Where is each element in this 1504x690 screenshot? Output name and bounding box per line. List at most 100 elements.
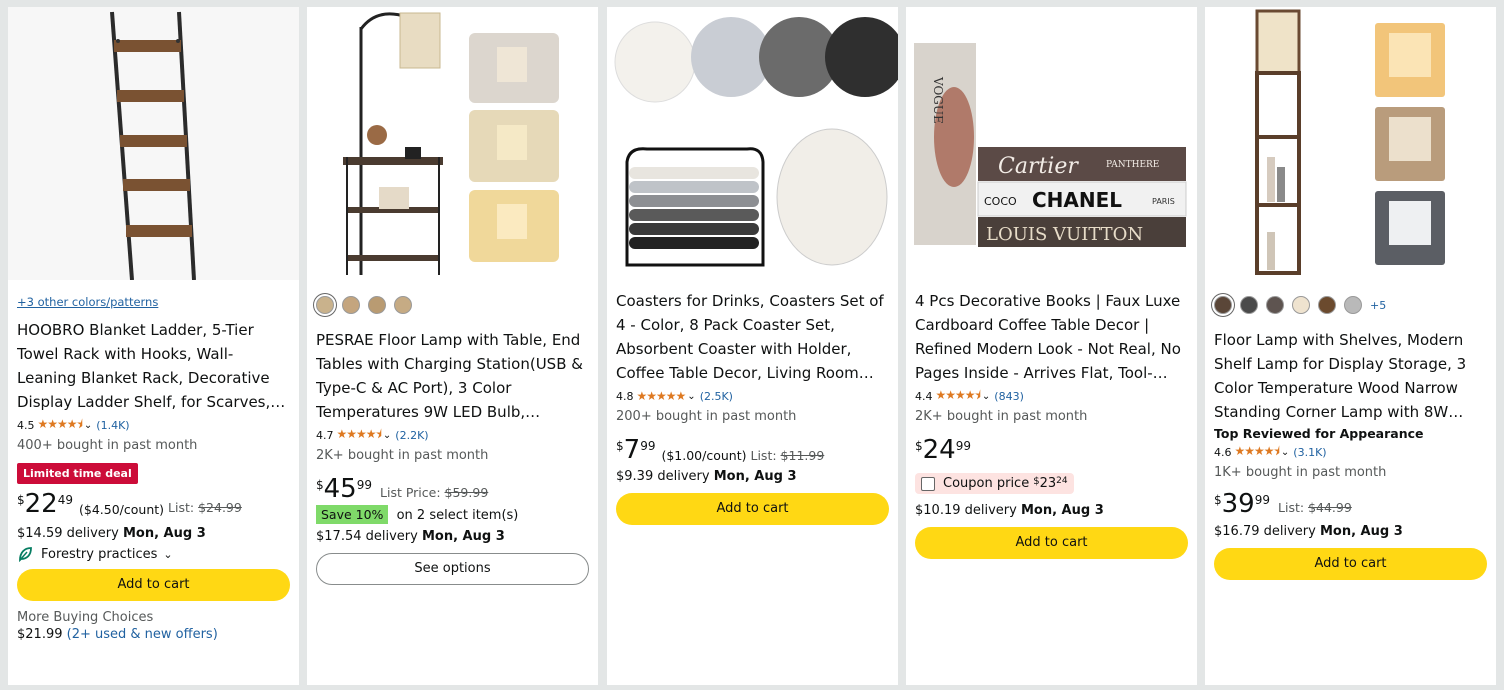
add-to-cart-button[interactable]: Add to cart xyxy=(616,493,889,525)
list-price: $59.99 xyxy=(444,485,489,500)
review-count[interactable]: (843) xyxy=(994,390,1024,403)
product-image[interactable] xyxy=(8,7,299,280)
color-swatch[interactable] xyxy=(1344,296,1362,314)
price-whole: 22 xyxy=(24,489,58,519)
unit-price: ($4.50/count) xyxy=(79,502,165,517)
add-to-cart-button[interactable]: Add to cart xyxy=(1214,548,1487,580)
review-count[interactable]: (2.2K) xyxy=(395,429,428,442)
rating-row[interactable]: 4.4 ★★★★⯨ ⌄ (843) xyxy=(915,387,1188,405)
price[interactable]: $ 45 99 List Price: $59.99 xyxy=(316,475,589,503)
more-colors-link[interactable]: +5 xyxy=(1370,299,1386,312)
color-swatch[interactable] xyxy=(316,296,334,314)
color-swatch[interactable] xyxy=(394,296,412,314)
bought-count: 2K+ bought in past month xyxy=(915,409,1088,424)
chevron-down-icon[interactable]: ⌄ xyxy=(84,420,92,431)
product-title[interactable]: PESRAE Floor Lamp with Table, End Tables… xyxy=(316,328,589,424)
color-swatches: +5 xyxy=(1214,292,1487,318)
chevron-down-icon[interactable]: ⌄ xyxy=(687,391,695,402)
forestry-label: Forestry practices xyxy=(41,546,158,562)
price-symbol: $ xyxy=(316,478,324,492)
price-symbol: $ xyxy=(616,439,624,453)
book-label: VOGUE xyxy=(931,76,945,124)
leaf-icon xyxy=(19,547,32,562)
rating-value: 4.8 xyxy=(616,389,634,403)
product-card: +5 Floor Lamp with Shelves, Modern Shelf… xyxy=(1205,7,1496,685)
color-swatch[interactable] xyxy=(1240,296,1258,314)
book-label: Cartier xyxy=(998,154,1079,179)
floor-lamp-table-image xyxy=(307,7,598,280)
rating-row[interactable]: 4.5 ★★★★⯨ ⌄ (1.4K) xyxy=(17,416,290,434)
floor-lamp-shelves-image xyxy=(1205,7,1496,280)
list-label: List: xyxy=(168,500,195,515)
product-card: PESRAE Floor Lamp with Table, End Tables… xyxy=(307,7,598,685)
color-swatch[interactable] xyxy=(342,296,360,314)
delivery-fee: $9.39 delivery xyxy=(616,469,710,484)
price-fraction: 99 xyxy=(955,439,972,453)
other-colors-link[interactable]: +3 other colors/patterns xyxy=(17,295,290,309)
coupon-row[interactable]: Coupon price $ 23 24 xyxy=(915,473,1074,494)
chevron-down-icon[interactable]: ⌄ xyxy=(383,430,391,441)
book-label: PARIS xyxy=(1152,197,1175,206)
price-fraction: 99 xyxy=(356,478,373,492)
star-rating-icon: ★★★★⯨ xyxy=(336,426,382,441)
product-image[interactable]: VOGUE Cartier PANTHERE COCO CHANEL PARIS… xyxy=(906,7,1197,280)
offers-link[interactable]: (2+ used & new offers) xyxy=(67,627,218,642)
delivery-info: $9.39 delivery Mon, Aug 3 xyxy=(616,469,889,484)
price[interactable]: $ 39 99 List: $44.99 xyxy=(1214,490,1487,518)
book-label: CHANEL xyxy=(1032,188,1122,212)
delivery-date: Mon, Aug 3 xyxy=(1319,524,1403,539)
product-image[interactable] xyxy=(1205,7,1496,280)
unit-price: ($1.00/count) xyxy=(661,448,747,463)
price-whole: 7 xyxy=(623,435,641,465)
price-fraction: 99 xyxy=(1254,493,1271,507)
book-label: COCO xyxy=(984,195,1017,208)
list-price: $24.99 xyxy=(198,500,242,515)
product-title[interactable]: 4 Pcs Decorative Books | Faux Luxe Cardb… xyxy=(915,289,1188,385)
color-swatch[interactable] xyxy=(1292,296,1310,314)
price-whole: 45 xyxy=(323,474,357,504)
price[interactable]: $ 22 49 ($4.50/count) List: $24.99 xyxy=(17,490,290,518)
blanket-ladder-image xyxy=(8,7,299,280)
offer-price: $21.99 xyxy=(17,627,63,642)
delivery-fee: $14.59 delivery xyxy=(17,526,119,541)
star-rating-icon: ★★★★⯨ xyxy=(935,387,981,402)
rating-row[interactable]: 4.6 ★★★★⯨ ⌄ (3.1K) xyxy=(1214,443,1487,461)
product-title[interactable]: Floor Lamp with Shelves, Modern Shelf La… xyxy=(1214,328,1487,424)
color-swatch[interactable] xyxy=(1266,296,1284,314)
product-image[interactable] xyxy=(307,7,598,280)
delivery-info: $14.59 delivery Mon, Aug 3 xyxy=(17,526,290,541)
top-reviewed-badge: Top Reviewed for Appearance xyxy=(1214,426,1424,441)
coupon-label: Coupon price xyxy=(943,476,1030,491)
delivery-fee: $16.79 delivery xyxy=(1214,524,1316,539)
chevron-down-icon[interactable]: ⌄ xyxy=(982,391,990,402)
see-options-button[interactable]: See options xyxy=(316,553,589,585)
forestry-practices[interactable]: Forestry practices ⌄ xyxy=(17,546,290,562)
coupon-checkbox[interactable] xyxy=(921,476,935,491)
price[interactable]: $ 7 99 ($1.00/count) List: $11.99 xyxy=(616,436,889,464)
chevron-down-icon[interactable]: ⌄ xyxy=(1281,447,1289,458)
color-swatch[interactable] xyxy=(368,296,386,314)
rating-row[interactable]: 4.7 ★★★★⯨ ⌄ (2.2K) xyxy=(316,426,589,444)
color-swatch[interactable] xyxy=(1318,296,1336,314)
product-title[interactable]: HOOBRO Blanket Ladder, 5-Tier Towel Rack… xyxy=(17,318,290,414)
coupon-whole: 23 xyxy=(1039,476,1057,491)
delivery-info: $16.79 delivery Mon, Aug 3 xyxy=(1214,524,1487,539)
offers-row: $21.99 (2+ used & new offers) xyxy=(17,627,290,642)
review-count[interactable]: (3.1K) xyxy=(1293,446,1326,459)
review-count[interactable]: (2.5K) xyxy=(700,390,733,403)
review-count[interactable]: (1.4K) xyxy=(96,419,129,432)
delivery-info: $10.19 delivery Mon, Aug 3 xyxy=(915,503,1188,518)
list-price: $44.99 xyxy=(1308,500,1352,515)
price[interactable]: $ 24 99 xyxy=(915,436,1188,464)
delivery-date: Mon, Aug 3 xyxy=(122,526,206,541)
rating-row[interactable]: 4.8 ★★★★★ ⌄ (2.5K) xyxy=(616,387,889,405)
bought-count: 1K+ bought in past month xyxy=(1214,465,1387,480)
product-image[interactable] xyxy=(607,7,898,280)
color-swatch[interactable] xyxy=(1214,296,1232,314)
bought-count: 400+ bought in past month xyxy=(17,438,198,453)
product-title[interactable]: Coasters for Drinks, Coasters Set of 4 -… xyxy=(616,289,889,385)
save-badge: Save 10% xyxy=(316,505,389,524)
add-to-cart-button[interactable]: Add to cart xyxy=(17,569,290,601)
decorative-books-image: VOGUE Cartier PANTHERE COCO CHANEL PARIS… xyxy=(906,7,1197,280)
add-to-cart-button[interactable]: Add to cart xyxy=(915,526,1188,559)
